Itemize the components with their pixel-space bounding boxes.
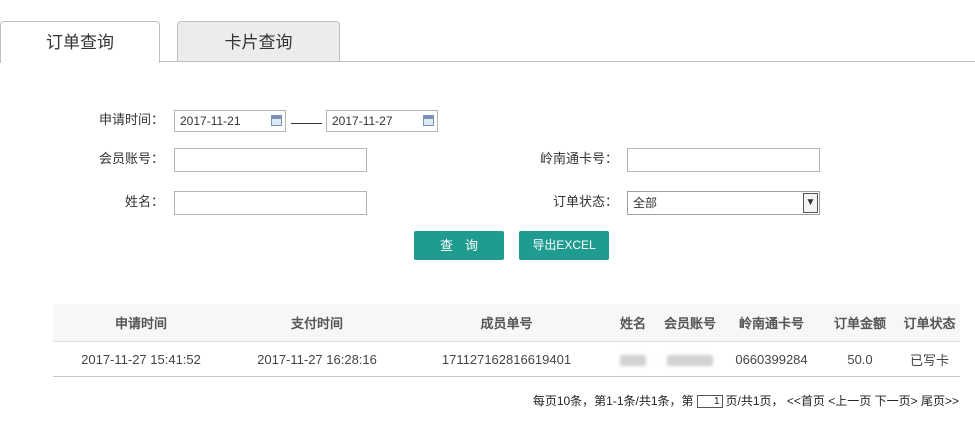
member-account-label: 会员账号： <box>98 151 164 166</box>
start-date-input[interactable]: 2017-11-21 <box>174 110 286 132</box>
lingnan-card-label: 岭南通卡号： <box>539 151 618 166</box>
cell-apply-time: 2017-11-27 15:41:52 <box>53 341 229 377</box>
date-range-separator <box>291 123 322 124</box>
export-excel-button[interactable]: 导出EXCEL <box>519 231 609 260</box>
end-date-input[interactable]: 2017-11-27 <box>326 110 438 132</box>
start-date-value: 2017-11-21 <box>180 114 241 128</box>
end-date-value: 2017-11-27 <box>332 114 393 128</box>
tab-order-query[interactable]: 订单查询 <box>0 21 160 63</box>
cell-amount: 50.0 <box>821 341 899 377</box>
calendar-icon[interactable] <box>423 115 434 126</box>
cell-member-account <box>658 341 722 377</box>
last-page-link[interactable]: 尾页>> <box>921 394 959 408</box>
first-page-link[interactable]: <<首页 <box>787 394 825 408</box>
tab-card-query[interactable]: 卡片查询 <box>177 21 340 61</box>
order-status-select[interactable]: 全部 ▼ <box>627 191 820 215</box>
tab-bar: 订单查询 卡片查询 <box>0 0 975 63</box>
header-member-account: 会员账号 <box>658 304 722 342</box>
table-header-row: 申请时间 支付时间 成员单号 姓名 会员账号 岭南通卡号 订单金额 订单状态 <box>53 304 960 342</box>
lingnan-card-input[interactable] <box>627 148 820 172</box>
table-row: 2017-11-27 15:41:52 2017-11-27 16:28:16 … <box>53 341 960 377</box>
header-amount: 订单金额 <box>821 304 899 342</box>
name-label: 姓名： <box>124 194 164 209</box>
pagination: 每页10条，第1-1条/共1条，第 1 页/共1页， <<首页 <上一页 下一页> … <box>533 391 959 411</box>
cell-name <box>608 341 658 377</box>
redacted-name <box>620 354 646 366</box>
prev-page-link[interactable]: <上一页 <box>828 394 871 408</box>
page-number-input[interactable]: 1 <box>696 395 723 409</box>
cell-pay-time: 2017-11-27 16:28:16 <box>229 341 405 377</box>
header-card-no: 岭南通卡号 <box>722 304 821 342</box>
header-name: 姓名 <box>608 304 658 342</box>
apply-time-label: 申请时间： <box>98 112 164 127</box>
order-status-value: 全部 <box>633 196 658 210</box>
pager-total: 页/共1页， <box>725 394 784 408</box>
header-member-order-no: 成员单号 <box>405 304 608 342</box>
name-input[interactable] <box>174 191 367 215</box>
calendar-icon[interactable] <box>271 115 282 126</box>
member-account-input[interactable] <box>174 148 367 172</box>
chevron-down-icon[interactable]: ▼ <box>803 193 818 213</box>
header-apply-time: 申请时间 <box>53 304 229 342</box>
cell-member-order-no: 171127162816619401 <box>405 341 608 377</box>
results-table: 申请时间 支付时间 成员单号 姓名 会员账号 岭南通卡号 订单金额 订单状态 2… <box>53 304 960 377</box>
header-status: 订单状态 <box>899 304 960 342</box>
next-page-link[interactable]: 下一页> <box>875 394 918 408</box>
header-pay-time: 支付时间 <box>229 304 405 342</box>
pager-summary: 每页10条，第1-1条/共1条，第 <box>532 394 694 408</box>
cell-status: 已写卡 <box>899 341 960 377</box>
cell-card-no: 0660399284 <box>722 341 821 377</box>
search-button[interactable]: 查询 <box>414 231 504 260</box>
order-status-label: 订单状态： <box>552 194 618 209</box>
redacted-account <box>667 354 713 366</box>
